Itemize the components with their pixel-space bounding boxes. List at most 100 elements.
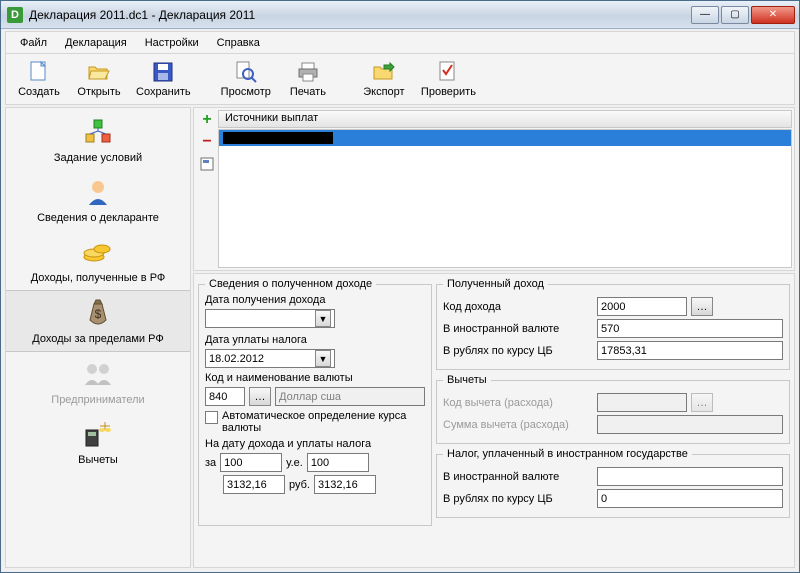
export-button[interactable]: Экспорт	[357, 58, 411, 100]
save-label: Сохранить	[136, 86, 191, 98]
preview-button[interactable]: Просмотр	[217, 58, 275, 100]
rate-per-input[interactable]	[220, 453, 282, 472]
rate-ue-input[interactable]	[307, 453, 369, 472]
deductions-group: Вычеты Код вычета (расхода) … Сумма выче…	[436, 374, 790, 444]
right-column: Полученный доход Код дохода … В иностран…	[436, 278, 790, 518]
create-label: Создать	[18, 86, 60, 98]
add-source-button[interactable]: +	[199, 112, 215, 128]
menu-help[interactable]: Справка	[209, 35, 268, 51]
export-icon	[372, 60, 396, 84]
detail-pane: Сведения о полученном доходе Дата получе…	[193, 273, 795, 568]
document-new-icon	[27, 60, 51, 84]
rub-label: руб.	[289, 479, 310, 491]
print-button[interactable]: Печать	[281, 58, 335, 100]
income-received-legend: Сведения о полученном доходе	[205, 278, 376, 290]
open-button[interactable]: Открыть	[72, 58, 126, 100]
sidebar-item-conditions[interactable]: Задание условий	[6, 110, 190, 170]
chevron-down-icon[interactable]: ▼	[315, 350, 331, 367]
close-button[interactable]: ✕	[751, 6, 795, 24]
date-received-label: Дата получения дохода	[205, 294, 425, 306]
maximize-button[interactable]: ▢	[721, 6, 749, 24]
deduction-code-label: Код вычета (расхода)	[443, 397, 593, 409]
income-rub-input[interactable]	[597, 341, 783, 360]
deduction-sum-label: Сумма вычета (расхода)	[443, 419, 593, 431]
redacted-text	[223, 132, 333, 144]
tax-paid-legend: Налог, уплаченный в иностранном государс…	[443, 448, 692, 460]
app-window: D Декларация 2011.dc1 - Декларация 2011 …	[0, 0, 800, 573]
open-label: Открыть	[77, 86, 120, 98]
toolbar: Создать Открыть Сохранить Просмотр Печат…	[5, 53, 795, 105]
window-title: Декларация 2011.dc1 - Декларация 2011	[29, 8, 689, 22]
menu-file[interactable]: Файл	[12, 35, 55, 51]
magnifier-icon	[234, 60, 258, 84]
print-label: Печать	[290, 86, 326, 98]
main-area: + − Источники выплат Сведения о полученн…	[193, 107, 795, 568]
minimize-button[interactable]: —	[691, 6, 719, 24]
sidebar-label: Задание условий	[54, 152, 142, 164]
menu-declaration[interactable]: Декларация	[57, 35, 135, 51]
sidebar-label: Предприниматели	[51, 394, 144, 406]
deduction-lookup-button: …	[691, 393, 713, 412]
tax-paid-group: Налог, уплаченный в иностранном государс…	[436, 448, 790, 518]
sidebar: Задание условий Сведения о декларанте До…	[5, 107, 191, 568]
received-income-group: Полученный доход Код дохода … В иностран…	[436, 278, 790, 370]
check-label: Проверить	[421, 86, 476, 98]
money-bag-icon: $	[82, 297, 114, 329]
coins-icon	[82, 236, 114, 268]
window-buttons: — ▢ ✕	[689, 6, 795, 24]
sidebar-item-deductions[interactable]: Вычеты	[6, 412, 190, 472]
create-button[interactable]: Создать	[12, 58, 66, 100]
save-button[interactable]: Сохранить	[132, 58, 195, 100]
sidebar-item-income-rf[interactable]: Доходы, полученные в РФ	[6, 230, 190, 290]
income-foreign-input[interactable]	[597, 319, 783, 338]
currency-lookup-button[interactable]: …	[249, 387, 271, 406]
date-tax-value: 18.02.2012	[209, 353, 264, 365]
ue-label: у.е.	[286, 457, 303, 469]
titlebar: D Декларация 2011.dc1 - Декларация 2011 …	[1, 1, 799, 29]
sources-toolbar: + −	[196, 110, 218, 268]
remove-source-button[interactable]: −	[199, 134, 215, 150]
sources-pane: + − Источники выплат	[193, 107, 795, 271]
rate-on-date-label: На дату дохода и уплаты налога	[205, 438, 425, 450]
auto-rate-checkbox[interactable]: Автоматическое определение курса валюты	[205, 410, 425, 434]
rate-val2-input[interactable]	[314, 475, 376, 494]
income-code-input[interactable]	[597, 297, 687, 316]
za-label: за	[205, 457, 216, 469]
tax-rub-label: В рублях по курсу ЦБ	[443, 493, 593, 505]
check-button[interactable]: Проверить	[417, 58, 480, 100]
edit-source-button[interactable]	[199, 156, 215, 172]
sidebar-item-declarant[interactable]: Сведения о декларанте	[6, 170, 190, 230]
sidebar-label: Доходы за пределами РФ	[32, 333, 163, 345]
sidebar-item-income-foreign[interactable]: $ Доходы за пределами РФ	[6, 290, 190, 352]
tax-rub-input[interactable]	[597, 489, 783, 508]
tax-foreign-label: В иностранной валюте	[443, 471, 593, 483]
date-tax-label: Дата уплаты налога	[205, 334, 425, 346]
body: Задание условий Сведения о декларанте До…	[5, 107, 795, 568]
preview-label: Просмотр	[221, 86, 271, 98]
received-income-legend: Полученный доход	[443, 278, 548, 290]
sources-list[interactable]	[218, 129, 792, 268]
date-received-combo[interactable]: ▼	[205, 309, 335, 328]
sources-list-wrap: Источники выплат	[218, 110, 792, 268]
currency-name-input	[275, 387, 425, 406]
people-icon	[82, 358, 114, 390]
tax-foreign-input[interactable]	[597, 467, 783, 486]
chevron-down-icon[interactable]: ▼	[315, 310, 331, 327]
date-tax-combo[interactable]: 18.02.2012 ▼	[205, 349, 335, 368]
sidebar-label: Сведения о декларанте	[37, 212, 159, 224]
floppy-icon	[151, 60, 175, 84]
menubar: Файл Декларация Настройки Справка	[5, 31, 795, 53]
person-icon	[82, 176, 114, 208]
auto-rate-label: Автоматическое определение курса валюты	[222, 410, 425, 434]
source-row[interactable]	[219, 130, 791, 146]
deductions-legend: Вычеты	[443, 374, 491, 386]
rate-val1-input[interactable]	[223, 475, 285, 494]
income-received-group: Сведения о полученном доходе Дата получе…	[198, 278, 432, 526]
menu-settings[interactable]: Настройки	[137, 35, 207, 51]
currency-code-input[interactable]	[205, 387, 245, 406]
app-icon: D	[7, 7, 23, 23]
income-code-lookup-button[interactable]: …	[691, 297, 713, 316]
deduction-code-input	[597, 393, 687, 412]
income-rub-label: В рублях по курсу ЦБ	[443, 345, 593, 357]
check-icon	[436, 60, 460, 84]
